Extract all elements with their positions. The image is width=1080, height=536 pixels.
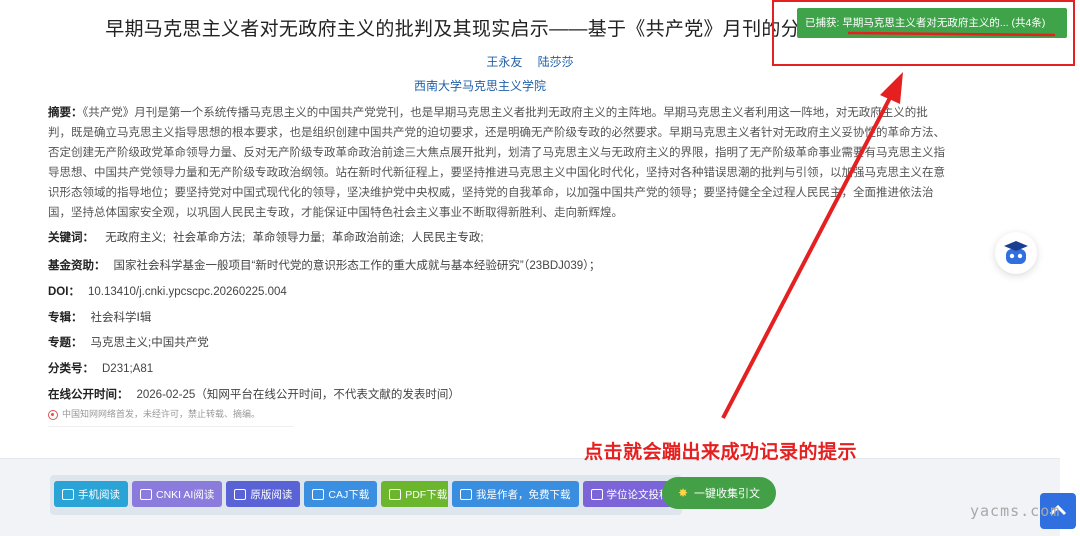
arrow-head: [880, 72, 903, 104]
watermark: yacms.com: [970, 502, 1061, 520]
annotation-arrow: [721, 31, 1056, 419]
robot-scholar-icon: [1004, 241, 1028, 264]
toast-underline: [847, 31, 1056, 37]
arrow-shaft: [721, 91, 895, 419]
annotation-text: 点击就会蹦出来成功记录的提示: [584, 442, 858, 463]
ai-assistant-button[interactable]: [995, 232, 1037, 274]
